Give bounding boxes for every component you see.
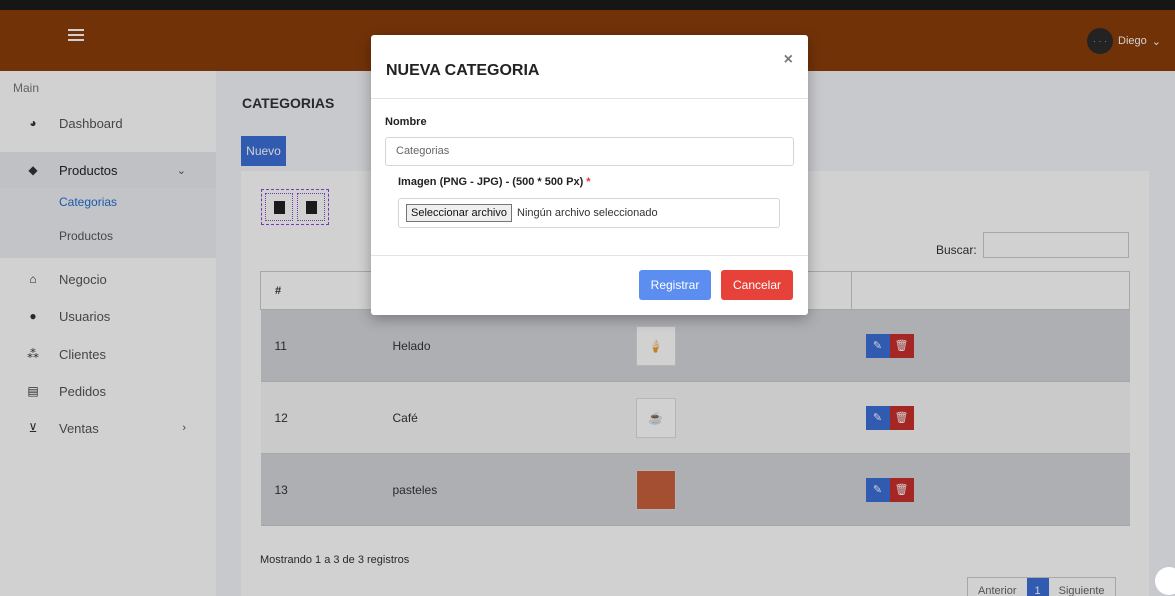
image-file-input[interactable]: Seleccionar archivo Ningún archivo selec… <box>398 198 780 228</box>
cancel-button[interactable]: Cancelar <box>721 270 793 300</box>
close-icon[interactable]: × <box>784 51 793 69</box>
choose-file-button[interactable]: Seleccionar archivo <box>406 204 512 222</box>
nombre-label: Nombre <box>385 116 427 128</box>
modal-title: NUEVA CATEGORIA <box>386 62 540 79</box>
floating-help-icon[interactable] <box>1155 567 1175 595</box>
modal-footer-divider <box>371 255 808 256</box>
imagen-label-text: Imagen (PNG - JPG) - (500 * 500 Px) <box>398 176 584 188</box>
file-status: Ningún archivo seleccionado <box>517 207 658 219</box>
modal-header: NUEVA CATEGORIA × <box>371 35 808 99</box>
nombre-input[interactable]: Categorias <box>385 137 794 166</box>
new-category-modal: NUEVA CATEGORIA × Nombre Categorias Imag… <box>371 35 808 315</box>
imagen-label: Imagen (PNG - JPG) - (500 * 500 Px) * <box>398 176 591 188</box>
register-button[interactable]: Registrar <box>639 270 711 300</box>
required-mark: * <box>586 176 591 188</box>
